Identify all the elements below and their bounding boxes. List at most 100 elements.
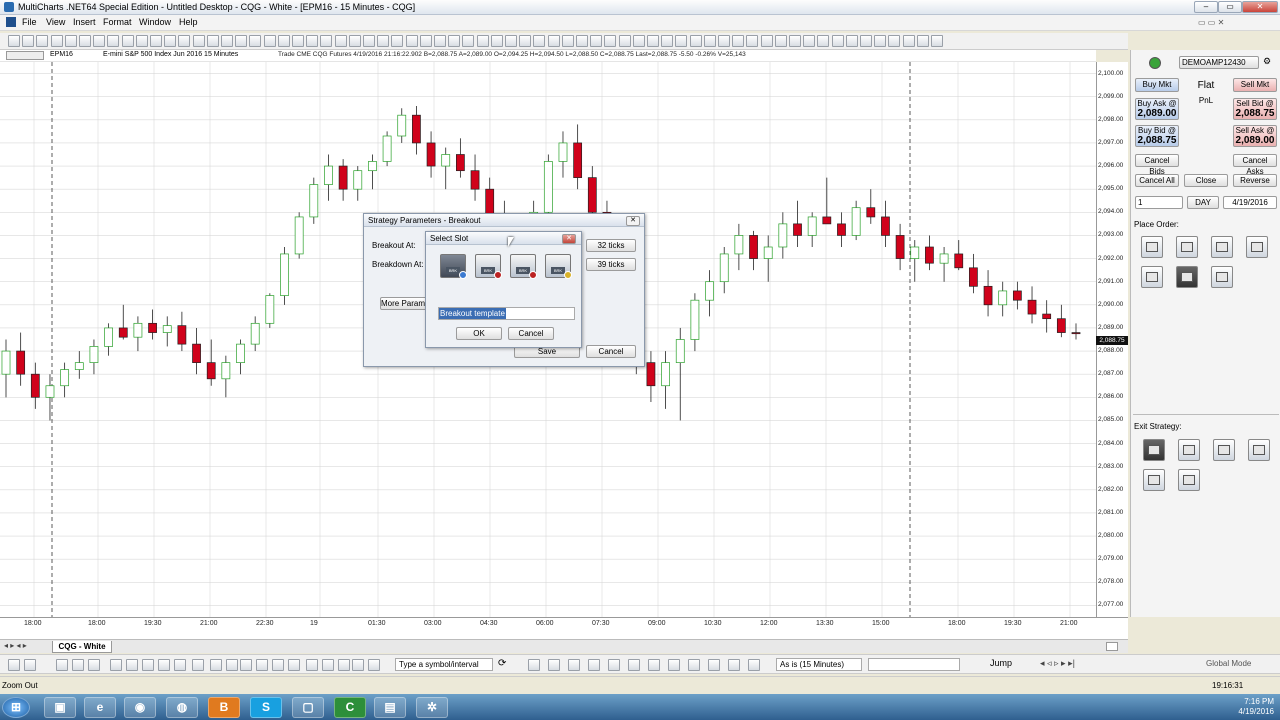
sell-bid-button[interactable]: Sell Bid @ 2,088.75	[1233, 98, 1277, 120]
toolbar-tool-icon[interactable]	[860, 35, 872, 47]
symbol-interval-input[interactable]: Type a symbol/interval	[395, 658, 493, 671]
drawing-tool-icon[interactable]	[226, 659, 238, 671]
drawing-tool-icon[interactable]	[126, 659, 138, 671]
toolbar-tool-icon[interactable]	[405, 35, 418, 47]
mdi-controls-icon[interactable]: ▭ ▭ ✕	[1198, 18, 1224, 27]
toolbar-tool-icon[interactable]	[561, 35, 574, 47]
toolbar-tool-icon[interactable]	[803, 35, 816, 47]
multicharts-icon[interactable]: ✲	[416, 697, 448, 718]
breakout-order-icon[interactable]	[1176, 266, 1198, 288]
drawing-tool-icon[interactable]	[256, 659, 268, 671]
drawing-tool-icon[interactable]	[72, 659, 84, 671]
toolbar-tool-icon[interactable]	[874, 35, 887, 47]
toolbar-tool-icon[interactable]	[235, 35, 248, 47]
tab-menu-icon[interactable]	[1106, 642, 1118, 651]
breakdown-value-field[interactable]: 39 ticks	[586, 258, 636, 271]
strategy-cancel-button[interactable]: Cancel	[586, 345, 636, 358]
breakout-value-field[interactable]: 32 ticks	[586, 239, 636, 252]
chart-tool-icon[interactable]	[748, 659, 760, 671]
toolbar-tool-icon[interactable]	[831, 35, 844, 47]
toolbar-tool-icon[interactable]	[632, 35, 645, 47]
menu-view[interactable]: View	[46, 17, 65, 27]
toolbar-tool-icon[interactable]	[79, 35, 91, 47]
toolbar-tool-icon[interactable]	[931, 35, 943, 47]
sell-mkt-button[interactable]: Sell Mkt	[1233, 78, 1277, 92]
toolbar-tool-icon[interactable]	[789, 35, 801, 47]
toolbar-tool-icon[interactable]	[533, 35, 546, 47]
account-select[interactable]: DEMOAMP12430	[1179, 56, 1259, 69]
toolbar-tool-icon[interactable]	[902, 35, 915, 47]
drawing-tool-icon[interactable]	[210, 659, 222, 671]
toolbar-tool-icon[interactable]	[774, 35, 787, 47]
toolbar-tool-icon[interactable]	[249, 35, 262, 47]
toolbar-tool-icon[interactable]	[490, 35, 503, 47]
slot-3-icon[interactable]: BRK	[510, 254, 537, 279]
resolution-select[interactable]: As is (15 Minutes)	[776, 658, 862, 671]
tab-scroll-arrows-icon[interactable]: ◂ ▸ ◂ ▸	[4, 641, 27, 650]
drawing-tool-icon[interactable]	[368, 659, 380, 671]
chart-tool-icon[interactable]	[648, 659, 660, 671]
template-name-input[interactable]: Breakout template	[438, 307, 575, 320]
close-button[interactable]: ✕	[1242, 1, 1278, 13]
exit-strategy-settings-icon[interactable]	[1178, 439, 1200, 461]
slot-cancel-button[interactable]: Cancel	[508, 327, 554, 340]
toolbar-tool-icon[interactable]	[845, 35, 858, 47]
drawing-tool-icon[interactable]	[142, 659, 154, 671]
toolbar-tool-icon[interactable]	[519, 35, 532, 47]
toolbar-tool-icon[interactable]	[505, 35, 517, 47]
tab-cqg-white[interactable]: CQG - White	[52, 641, 112, 653]
skype-icon[interactable]: S	[250, 697, 282, 718]
toolbar-tool-icon[interactable]	[448, 35, 461, 47]
stop-order-icon[interactable]	[1176, 236, 1198, 258]
toolbar-tool-icon[interactable]	[760, 35, 773, 47]
buy-mkt-button[interactable]: Buy Mkt	[1135, 78, 1179, 92]
jump-button[interactable]: Jump	[990, 658, 1012, 668]
minimize-button[interactable]: –	[1194, 1, 1218, 13]
tif-select[interactable]: DAY	[1187, 196, 1219, 209]
toolbar-tool-icon[interactable]	[164, 35, 177, 47]
drawing-tool-icon[interactable]	[240, 659, 252, 671]
chart-tool-icon[interactable]	[728, 659, 740, 671]
drawing-tool-icon[interactable]	[88, 659, 100, 671]
toolbar-tool-icon[interactable]	[334, 35, 347, 47]
toolbar-tool-icon[interactable]	[135, 35, 148, 47]
oco-order-icon[interactable]	[1246, 236, 1268, 258]
exit-strategy-edit-icon[interactable]	[1248, 439, 1270, 461]
menu-file[interactable]: File	[22, 17, 37, 27]
menu-insert[interactable]: Insert	[73, 17, 96, 27]
lmt-order-icon[interactable]	[1141, 236, 1163, 258]
slot-1-icon[interactable]: BRK	[440, 254, 467, 279]
calculator-icon[interactable]: ▤	[374, 697, 406, 718]
custom-order-icon[interactable]	[1211, 266, 1233, 288]
chart-tool-icon[interactable]	[668, 659, 680, 671]
refresh-icon[interactable]: ⟳	[498, 658, 506, 669]
toolbar-tool-icon[interactable]	[689, 35, 702, 47]
toolbar-tool-icon[interactable]	[618, 35, 631, 47]
toolbar-tool-icon[interactable]	[306, 35, 319, 47]
toolbar-tool-icon[interactable]	[888, 35, 901, 47]
toolbar-tool-icon[interactable]	[476, 35, 489, 47]
reverse-button[interactable]: Reverse	[1233, 174, 1277, 187]
cancel-all-button[interactable]: Cancel All	[1135, 174, 1179, 187]
drawing-tool-icon[interactable]	[110, 659, 122, 671]
toolbar-tool-icon[interactable]	[647, 35, 659, 47]
toolbar-tool-icon[interactable]	[121, 35, 134, 47]
panel-settings-icon[interactable]: ⚙	[1263, 56, 1271, 67]
toolbar-tool-icon[interactable]	[462, 35, 475, 47]
close-position-button[interactable]: Close	[1184, 174, 1228, 187]
toolbar-tool-icon[interactable]	[64, 35, 77, 47]
monitor-icon[interactable]: ▢	[292, 697, 324, 718]
toolbar-tool-icon[interactable]	[36, 35, 49, 47]
drawing-tool-icon[interactable]	[338, 659, 350, 671]
exit-strategy-slot-icon[interactable]	[1143, 439, 1165, 461]
toolbar-tool-icon[interactable]	[178, 35, 191, 47]
drawing-tool-icon[interactable]	[24, 659, 36, 671]
b-app-icon[interactable]: B	[208, 697, 240, 718]
exit-strategy-add-icon[interactable]	[1143, 469, 1165, 491]
toolbar-tool-icon[interactable]	[391, 35, 404, 47]
drawing-tool-icon[interactable]	[174, 659, 186, 671]
firefox-icon[interactable]: ◍	[166, 697, 198, 718]
toolbar-tool-icon[interactable]	[277, 35, 290, 47]
toolbar-tool-icon[interactable]	[107, 35, 120, 47]
toolbar-tool-icon[interactable]	[746, 35, 759, 47]
